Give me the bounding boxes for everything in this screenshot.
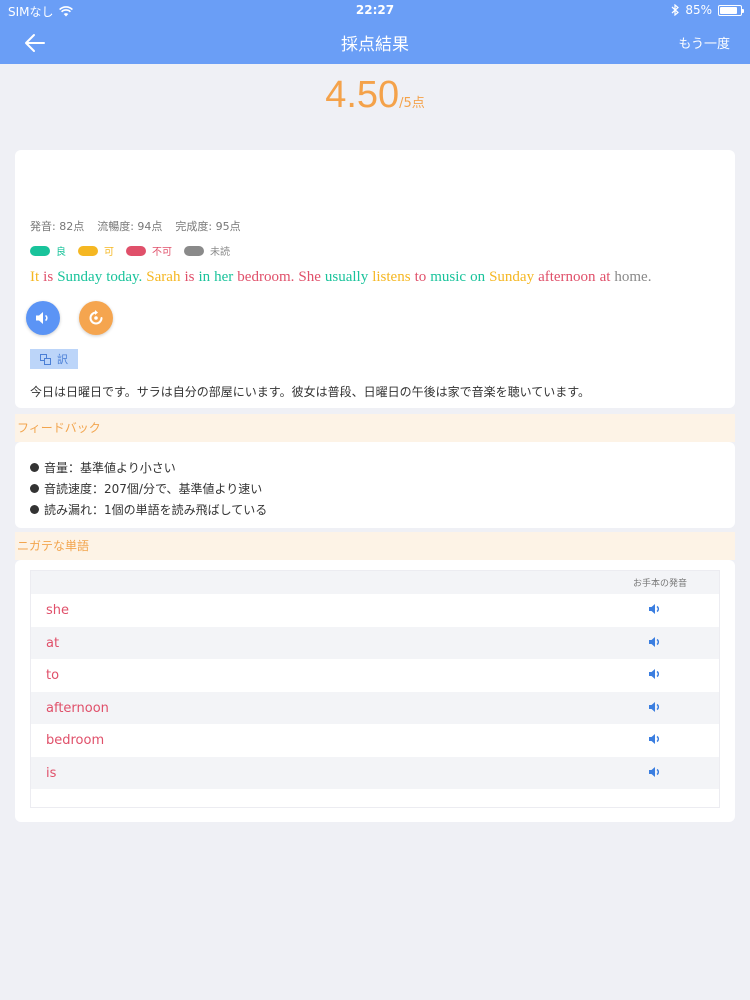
legend-swatch <box>30 245 50 256</box>
score-suffix: /5点 <box>399 96 425 111</box>
translate-button[interactable]: 訳 <box>30 349 78 369</box>
weak-words-table: お手本の発音 she at to afternoon bedroom is <box>30 570 720 808</box>
feedback-text: 音読速度：207個/分で、基準値より速い <box>44 482 263 496</box>
weak-words-heading: ニガテな単語 <box>15 532 735 560</box>
legend-swatch <box>126 245 146 256</box>
weak-word: at <box>46 635 60 651</box>
page-title: 採点結果 <box>341 35 409 55</box>
sentence-word: Sarah <box>146 269 181 285</box>
nav-bar: 採点結果 もう一度 <box>0 22 750 64</box>
feedback-item: 読み漏れ：1個の単語を読み飛ばしている <box>30 499 267 520</box>
legend-swatch <box>78 245 98 256</box>
feedback-card: 音量：基準値より小さい 音読速度：207個/分で、基準値より速い 読み漏れ：1個… <box>15 442 735 528</box>
re-record-button[interactable] <box>79 301 113 335</box>
metric-pronunciation: 発音: 82点 <box>30 220 85 233</box>
table-row[interactable]: bedroom <box>31 724 719 757</box>
status-time: 22:27 <box>355 3 395 17</box>
metrics-row: 発音: 82点 流暢度: 94点 完成度: 95点 <box>30 218 241 234</box>
legend-label: 良 <box>56 247 66 258</box>
sentence-word: bedroom. <box>237 269 295 285</box>
table-row[interactable]: afternoon <box>31 691 719 724</box>
weak-word: is <box>46 765 57 781</box>
status-bar: SIMなし 22:27 85% <box>0 0 750 22</box>
bullet-icon <box>30 463 39 472</box>
sentence-word: Sunday <box>489 269 535 285</box>
legend-label: 不可 <box>152 247 172 258</box>
legend-item-fair: 可 <box>78 243 114 258</box>
color-legend: 良 可 不可 未読 <box>30 243 230 258</box>
translate-label: 訳 <box>57 353 68 366</box>
sentence-word: It <box>30 269 40 285</box>
replay-icon <box>89 310 103 325</box>
bullet-icon <box>30 484 39 493</box>
metric-fluency: 流暢度: 94点 <box>97 220 163 233</box>
sentence-word: listens <box>372 269 411 285</box>
speaker-icon[interactable] <box>648 701 662 713</box>
table-row[interactable]: at <box>31 626 719 659</box>
speaker-icon[interactable] <box>648 733 662 745</box>
column-header-model-pronunciation: お手本の発音 <box>632 579 687 589</box>
table-row[interactable]: she <box>31 594 719 627</box>
play-recording-button[interactable] <box>26 301 60 335</box>
sentence-word: today. <box>106 269 143 285</box>
sentence-word: home. <box>614 269 652 285</box>
table-row[interactable]: is <box>31 756 719 789</box>
legend-label: 可 <box>104 247 114 258</box>
table-header: お手本の発音 <box>31 571 719 594</box>
bullet-icon <box>30 505 39 514</box>
weak-word: she <box>46 603 70 618</box>
sentence-word: Sunday <box>57 269 103 285</box>
sentence-word: She <box>298 269 321 285</box>
weak-word: afternoon <box>46 700 109 716</box>
status-right-group: 85% <box>671 3 744 17</box>
sentence-word: at <box>599 269 611 285</box>
weak-word: bedroom <box>46 733 105 748</box>
legend-label: 未読 <box>210 247 230 258</box>
sentence-word: usually <box>324 269 369 285</box>
weak-word: to <box>46 668 60 683</box>
result-card: 発音: 82点 流暢度: 94点 完成度: 95点 良 可 不可 未読 It is… <box>15 150 735 408</box>
speaker-icon[interactable] <box>648 636 662 648</box>
battery-fill <box>720 6 737 14</box>
table-row[interactable]: to <box>31 659 719 692</box>
legend-item-poor: 不可 <box>126 243 172 258</box>
sentence-word: is <box>184 269 195 285</box>
feedback-item: 音量：基準値より小さい <box>30 457 267 478</box>
feedback-item: 音読速度：207個/分で、基準値より速い <box>30 478 267 499</box>
sentence-word: afternoon <box>538 269 596 285</box>
feedback-list: 音量：基準値より小さい 音読速度：207個/分で、基準値より速い 読み漏れ：1個… <box>30 457 267 520</box>
legend-swatch <box>184 245 204 256</box>
score-value: 4.50 <box>325 74 400 116</box>
translation-text: 今日は日曜日です。サラは自分の部屋にいます。彼女は普段、日曜日の午後は家で音楽を… <box>30 385 591 399</box>
feedback-text: 読み漏れ：1個の単語を読み飛ばしている <box>44 503 268 517</box>
feedback-text: 音量：基準値より小さい <box>44 461 176 475</box>
bluetooth-icon <box>671 4 680 16</box>
translate-icon <box>40 353 51 365</box>
metric-completeness: 完成度: 95点 <box>175 220 241 233</box>
sentence-word: her <box>214 269 234 285</box>
feedback-heading: フィードバック <box>15 414 735 442</box>
score-display: 4.50/5点 <box>0 74 750 117</box>
speaker-icon <box>36 312 48 324</box>
speaker-icon[interactable] <box>648 766 662 778</box>
speaker-icon[interactable] <box>648 603 662 615</box>
legend-item-unread: 未読 <box>184 243 230 258</box>
legend-item-good: 良 <box>30 243 66 258</box>
battery-icon <box>718 4 744 16</box>
sentence-word: on <box>470 269 486 285</box>
retry-button[interactable]: もう一度 <box>678 33 730 52</box>
speaker-icon[interactable] <box>648 668 662 680</box>
sentence-word: is <box>43 269 54 285</box>
sentence-word: in <box>198 269 211 285</box>
scored-sentence: It is Sunday today. Sarah is in her bedroom. She u… <box>30 269 655 286</box>
sentence-word: music <box>430 269 467 285</box>
battery-percent: 85% <box>685 3 712 17</box>
weak-words-card: お手本の発音 she at to afternoon bedroom is <box>15 560 735 822</box>
sentence-word: to <box>414 269 427 285</box>
